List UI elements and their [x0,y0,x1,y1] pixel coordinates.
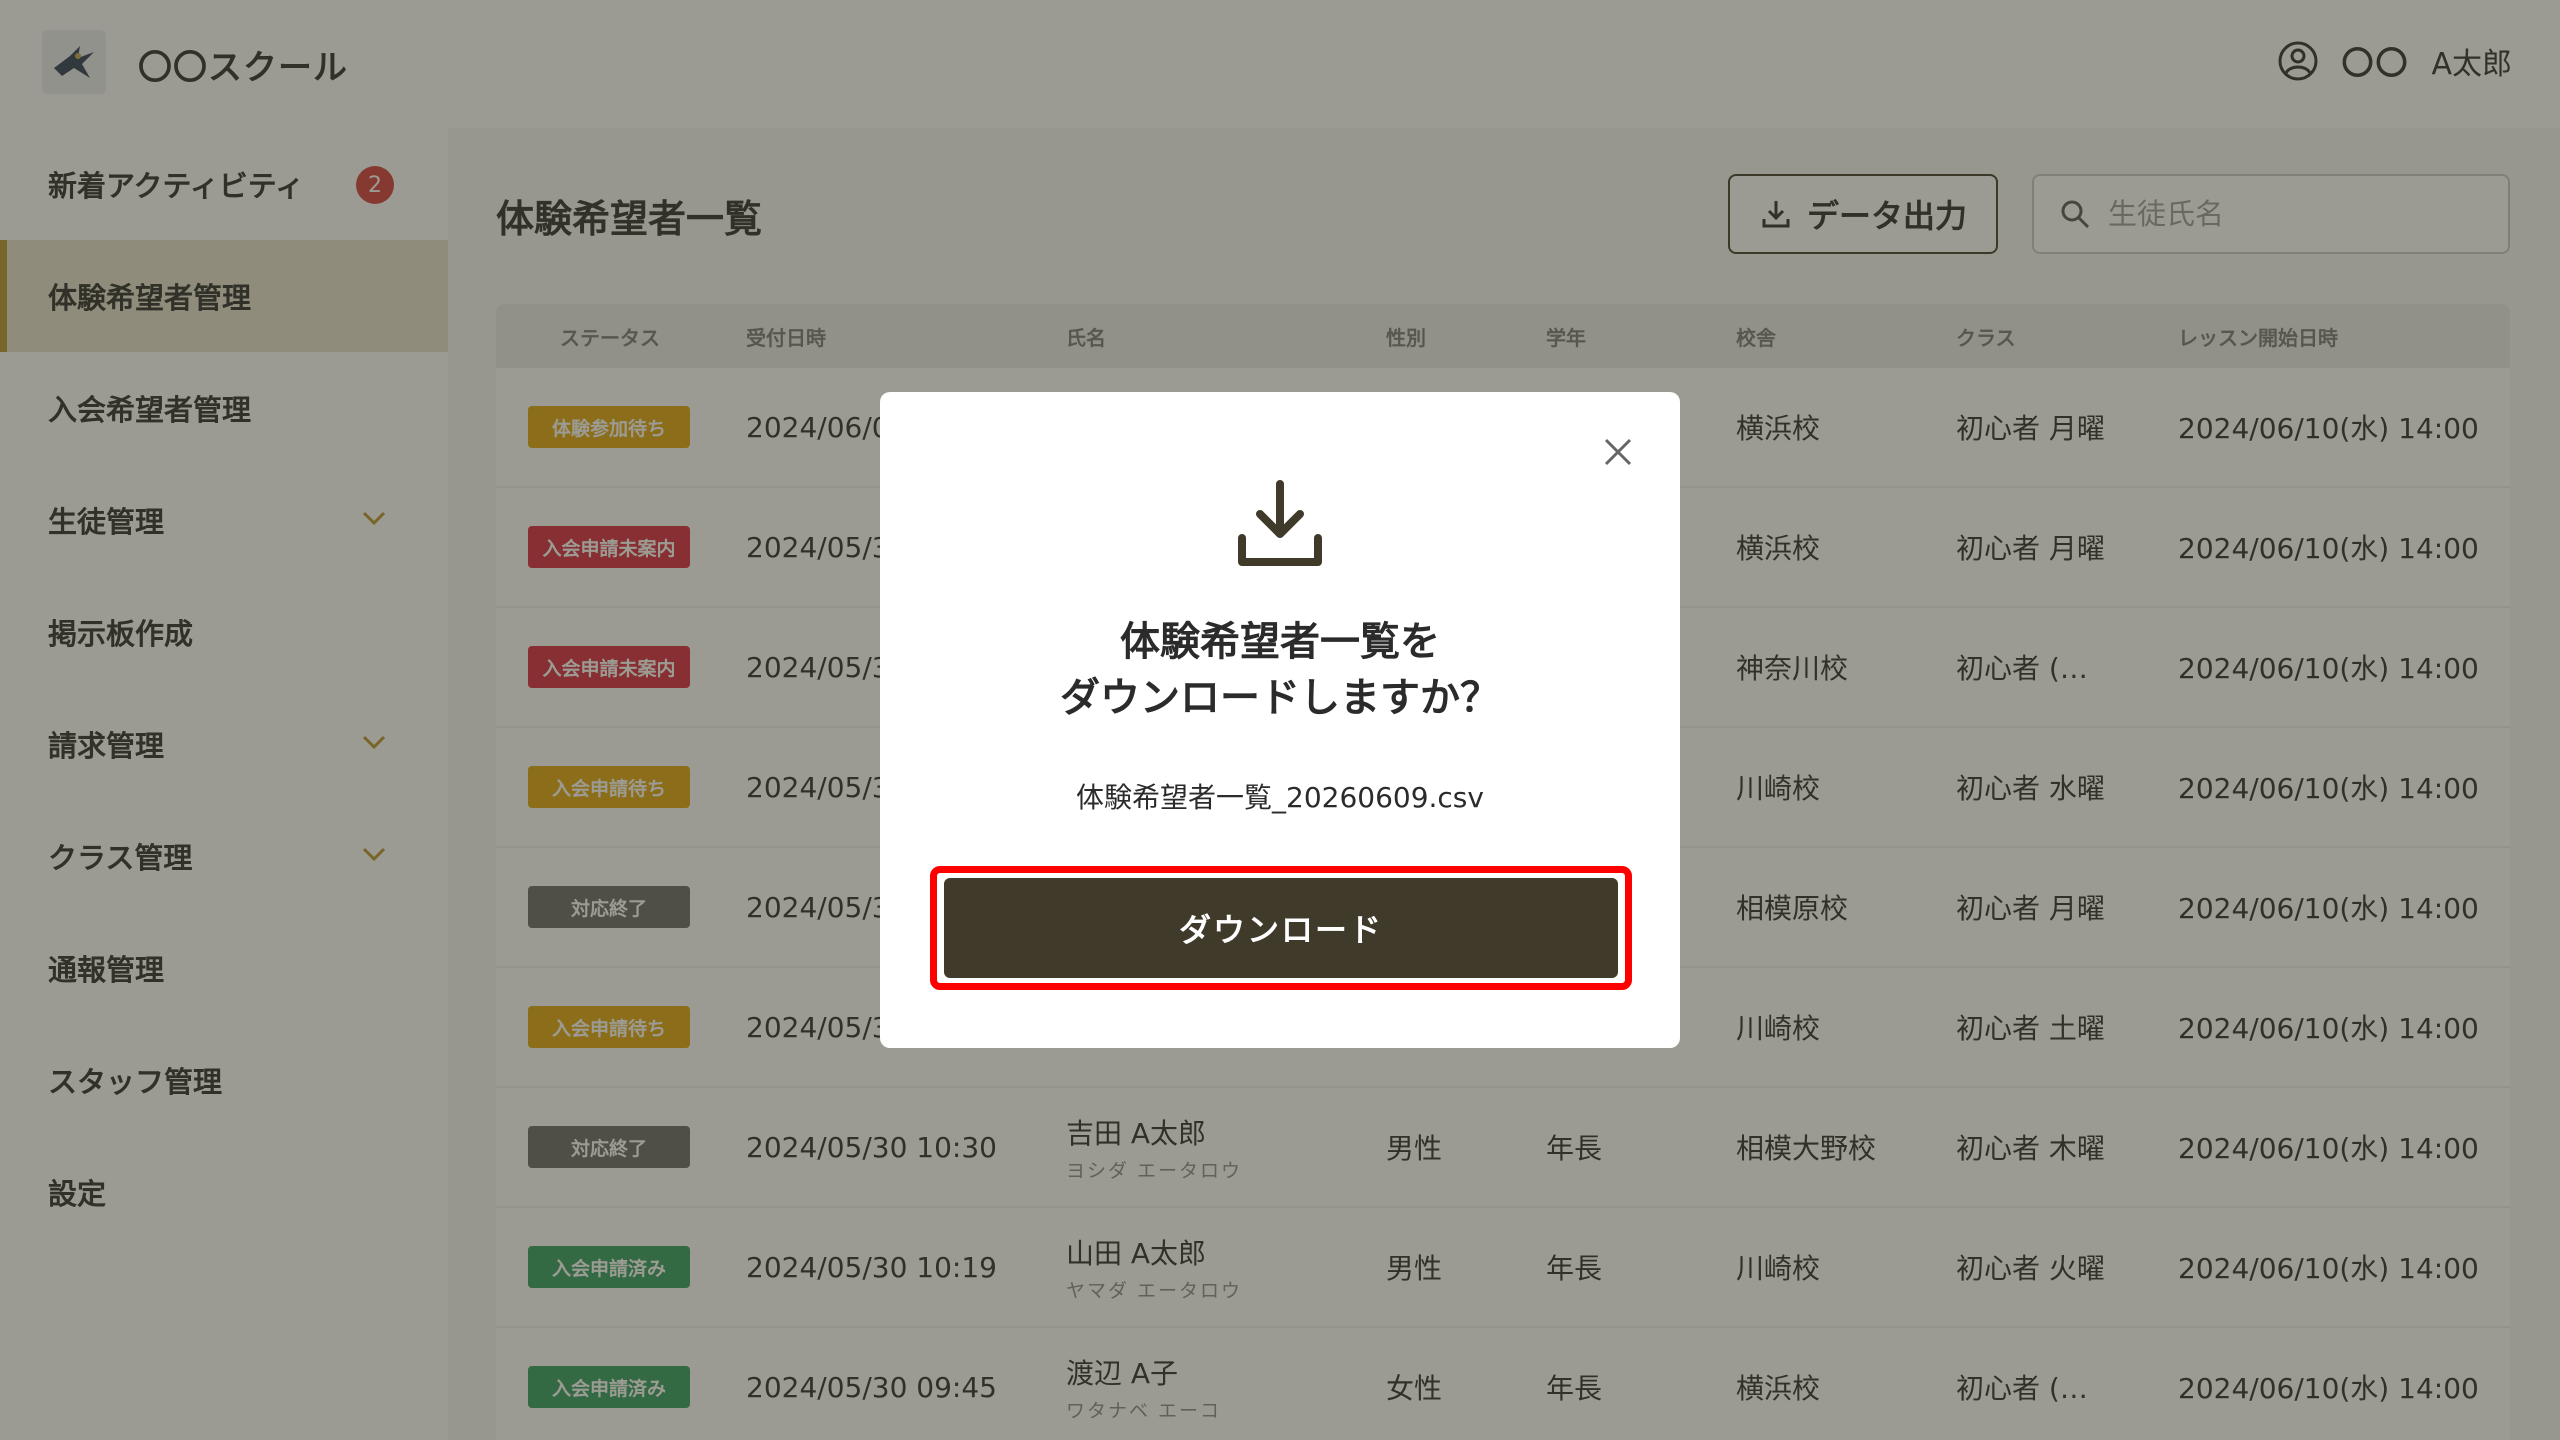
download-button[interactable]: ダウンロード [944,878,1618,978]
dialog-title-line-2: ダウンロードしますか？ [1060,675,1500,721]
close-icon[interactable] [1602,436,1634,468]
download-filename: 体験希望者一覧_20260609.csv [1076,781,1484,814]
download-confirm-dialog: 体験希望者一覧を ダウンロードしますか？ 体験希望者一覧_20260609.cs… [880,392,1680,1048]
download-icon [1238,480,1322,566]
dialog-title-line-1: 体験希望者一覧を [1120,619,1440,665]
dialog-title: 体験希望者一覧を ダウンロードしますか？ [880,614,1680,726]
